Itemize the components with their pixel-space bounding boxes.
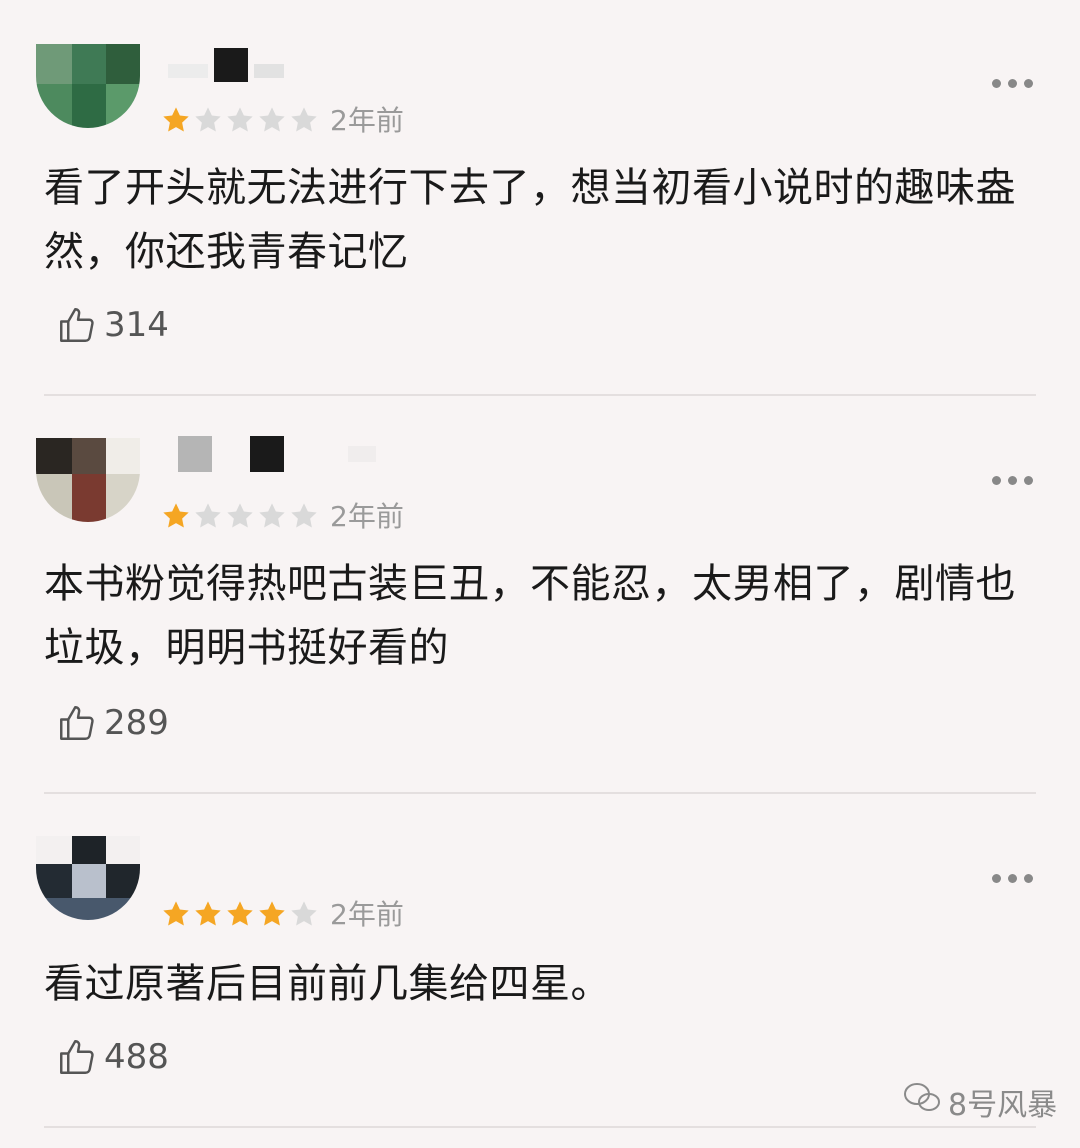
star-icon [160,500,192,532]
star-icon [256,898,288,930]
avatar[interactable] [36,44,140,128]
like-button[interactable]: 314 [56,304,169,346]
avatar[interactable] [36,836,140,920]
star-icon [192,500,224,532]
star-icon [192,898,224,930]
star-icon [224,500,256,532]
review-time: 2年前 [330,104,404,137]
review-content: 看了开头就无法进行下去了，想当初看小说时的趣味盎然，你还我青春记忆 [44,165,1016,275]
review-time: 2年前 [330,500,404,533]
more-icon[interactable] [992,476,1033,485]
wechat-icon [902,1081,948,1123]
review-time: 2年前 [330,898,404,931]
like-count: 314 [104,305,169,345]
star-rating [160,104,320,136]
star-icon [224,104,256,136]
divider [44,1126,1036,1128]
like-button[interactable]: 488 [56,1036,169,1078]
thumbs-up-icon [56,1036,98,1078]
like-count: 488 [104,1037,169,1077]
star-icon [192,104,224,136]
like-button[interactable]: 289 [56,702,169,744]
star-icon [160,898,192,930]
star-icon [288,500,320,532]
star-icon [256,500,288,532]
thumbs-up-icon [56,304,98,346]
star-rating [160,898,320,930]
avatar[interactable] [36,438,140,522]
like-count: 289 [104,703,169,743]
star-icon [224,898,256,930]
watermark: 8号风暴 [902,1080,1057,1124]
thumbs-up-icon [56,702,98,744]
star-icon [160,104,192,136]
star-icon [288,898,320,930]
review-content: 看过原著后目前前几集给四星。 [44,961,611,1007]
more-icon[interactable] [992,79,1033,88]
watermark-text: 8号风暴 [948,1088,1058,1123]
star-icon [288,104,320,136]
star-rating [160,500,320,532]
star-icon [256,104,288,136]
divider [44,792,1036,794]
review-content: 本书粉觉得热吧古装巨丑，不能忍，太男相了，剧情也垃圾，明明书挺好看的 [44,561,1016,671]
divider [44,394,1036,396]
more-icon[interactable] [992,874,1033,883]
